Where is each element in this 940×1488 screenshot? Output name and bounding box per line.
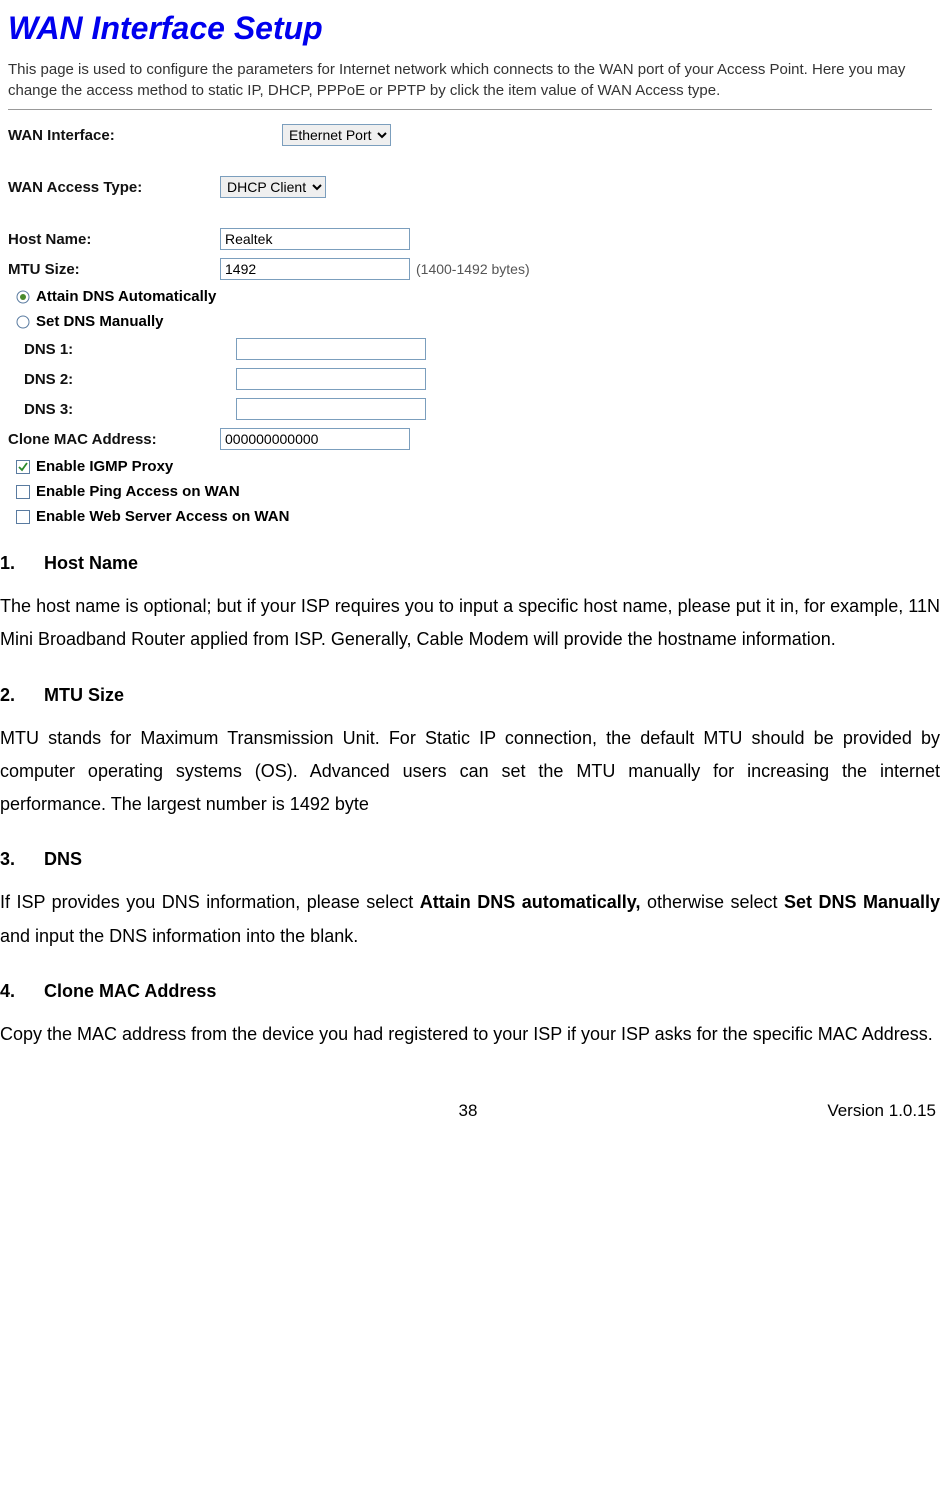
checkbox-checked-icon[interactable] <box>16 460 30 474</box>
wan-access-type-select[interactable]: DHCP Client <box>220 176 326 198</box>
dns-auto-label[interactable]: Attain DNS Automatically <box>36 288 216 305</box>
page-title: WAN Interface Setup <box>8 10 932 47</box>
wan-access-type-label: WAN Access Type: <box>8 179 220 196</box>
dns2-input[interactable] <box>236 368 426 390</box>
enable-web-label[interactable]: Enable Web Server Access on WAN <box>36 508 289 525</box>
section-1-heading: 1.Host Name <box>0 553 940 574</box>
radio-checked-icon[interactable] <box>16 290 30 304</box>
dns2-label: DNS 2: <box>8 371 236 388</box>
dns1-input[interactable] <box>236 338 426 360</box>
radio-unchecked-icon[interactable] <box>16 315 30 329</box>
section-2-heading: 2.MTU Size <box>0 685 940 706</box>
host-name-label: Host Name: <box>8 231 220 248</box>
checkbox-unchecked-icon[interactable] <box>16 485 30 499</box>
clone-mac-input[interactable] <box>220 428 410 450</box>
section-4-text: Copy the MAC address from the device you… <box>0 1018 940 1051</box>
section-3-heading: 3.DNS <box>0 849 940 870</box>
page-description: This page is used to configure the param… <box>8 59 932 101</box>
section-3-text: If ISP provides you DNS information, ple… <box>0 886 940 953</box>
host-name-input[interactable] <box>220 228 410 250</box>
section-2-text: MTU stands for Maximum Transmission Unit… <box>0 722 940 822</box>
page-number: 38 <box>459 1101 478 1121</box>
clone-mac-label: Clone MAC Address: <box>8 431 220 448</box>
mtu-hint: (1400-1492 bytes) <box>416 261 530 277</box>
divider <box>8 109 932 110</box>
dns3-label: DNS 3: <box>8 401 236 418</box>
dns-manual-label[interactable]: Set DNS Manually <box>36 313 164 330</box>
dns1-label: DNS 1: <box>8 341 236 358</box>
dns3-input[interactable] <box>236 398 426 420</box>
checkbox-unchecked-icon[interactable] <box>16 510 30 524</box>
section-4-heading: 4.Clone MAC Address <box>0 981 940 1002</box>
section-1-text: The host name is optional; but if your I… <box>0 590 940 657</box>
mtu-size-label: MTU Size: <box>8 261 220 278</box>
wan-interface-label: WAN Interface: <box>8 127 220 144</box>
wan-interface-select[interactable]: Ethernet Port <box>282 124 391 146</box>
enable-ping-label[interactable]: Enable Ping Access on WAN <box>36 483 240 500</box>
version-label: Version 1.0.15 <box>477 1101 936 1121</box>
enable-igmp-label[interactable]: Enable IGMP Proxy <box>36 458 173 475</box>
mtu-size-input[interactable] <box>220 258 410 280</box>
